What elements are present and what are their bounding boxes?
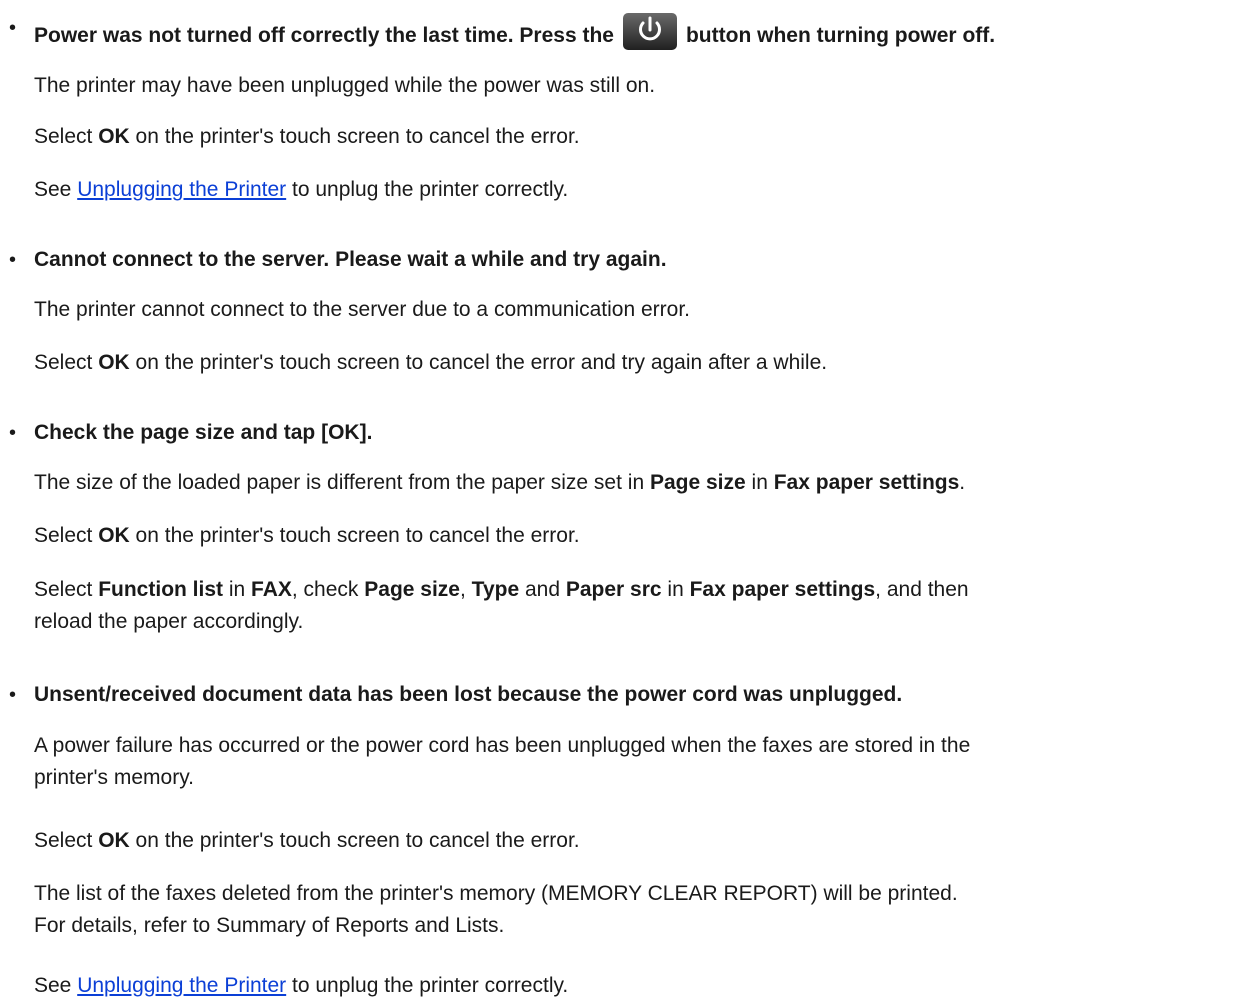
paragraph: See Unplugging the Printer to unplug the… [34, 974, 569, 997]
bullet: • [9, 17, 17, 39]
paragraph: Select Function list in FAX, check Page … [34, 578, 969, 633]
item-heading: • Check the page size and tap [OK]. [0, 418, 372, 448]
bullet: • [9, 422, 17, 444]
item-heading: • Power was not turned off correctly the… [0, 13, 995, 51]
paragraph: Select OK on the printer's touch screen … [34, 829, 580, 852]
item-heading: • Unsent/received document data has been… [0, 680, 902, 710]
paragraph: The list of the faxes deleted from the p… [34, 882, 958, 937]
paragraph: A power failure has occurred or the powe… [34, 734, 971, 789]
paragraph: Select OK on the printer's touch screen … [34, 125, 580, 148]
paragraph: The printer cannot connect to the server… [34, 298, 691, 321]
item-heading: • Cannot connect to the server. Please w… [0, 245, 667, 275]
paragraph: The printer may have been unplugged whil… [34, 74, 656, 97]
unplugging-printer-link[interactable]: Unplugging the Printer [77, 178, 286, 201]
bullet: • [9, 684, 17, 706]
paragraph: See Unplugging the Printer to unplug the… [34, 178, 569, 201]
paragraph: Select OK on the printer's touch screen … [34, 351, 828, 374]
power-button-icon [622, 13, 677, 50]
unplugging-printer-link[interactable]: Unplugging the Printer [77, 974, 286, 997]
paragraph: The size of the loaded paper is differen… [34, 471, 966, 494]
paragraph: Select OK on the printer's touch screen … [34, 524, 580, 547]
bullet: • [9, 249, 17, 271]
